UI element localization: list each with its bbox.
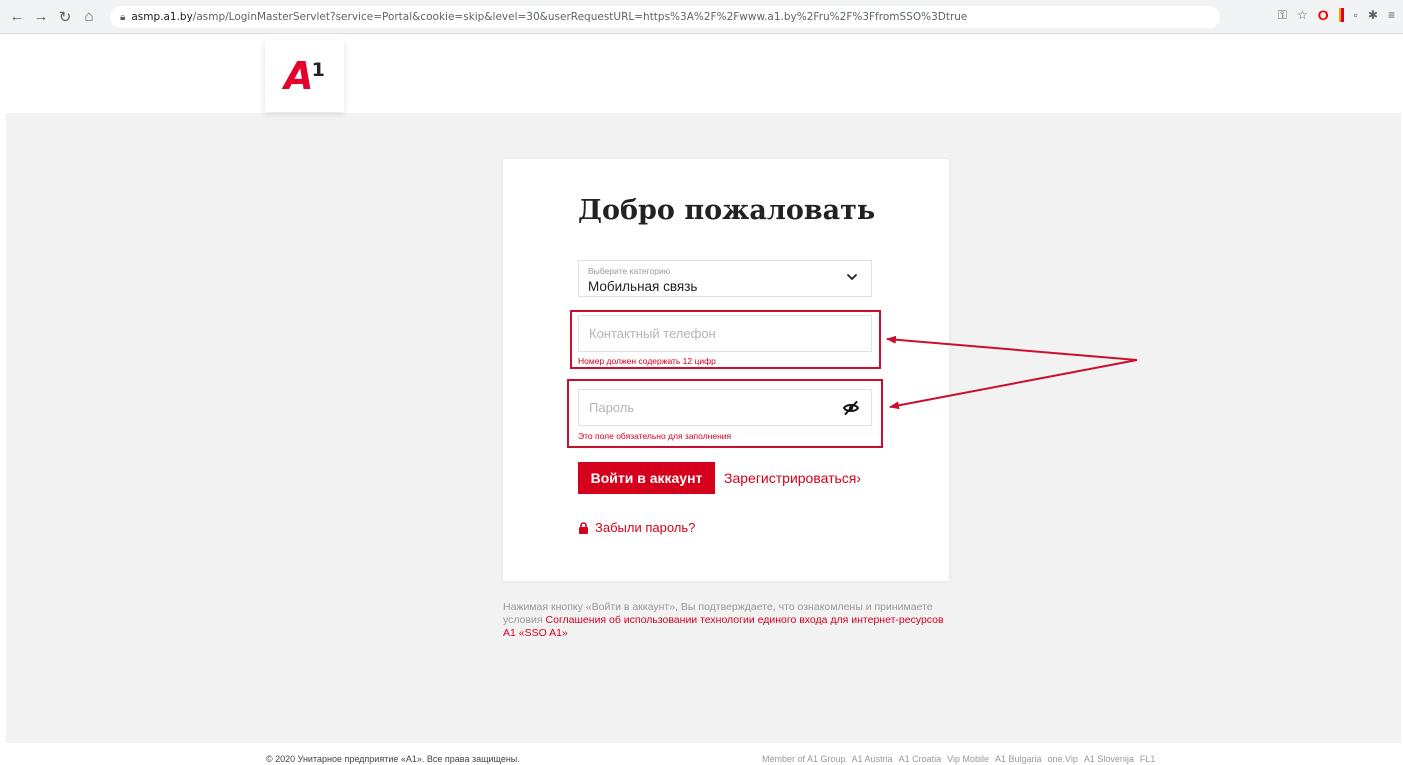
extension-flag-icon[interactable]: [1338, 8, 1344, 22]
padlock-icon: [579, 521, 588, 534]
a1-logo[interactable]: A1: [265, 40, 344, 112]
chevron-down-icon[interactable]: [845, 270, 859, 284]
key-icon[interactable]: ⚿: [1278, 8, 1287, 23]
partner-link[interactable]: Vip Mobile: [947, 754, 989, 764]
url-host: asmp.a1.by: [131, 11, 193, 23]
opera-icon[interactable]: O: [1318, 7, 1329, 23]
login-button[interactable]: Войти в аккаунт: [578, 462, 715, 494]
partner-link[interactable]: A1 Bulgaria: [995, 754, 1042, 764]
site-header: [0, 34, 1403, 113]
partner-link[interactable]: FL1: [1140, 754, 1156, 764]
partner-link[interactable]: A1 Slovenija: [1084, 754, 1134, 764]
partner-link[interactable]: A1 Austria: [852, 754, 893, 764]
extension-icons: ⚿ ☆ O ▫ ✱ ≡: [1278, 7, 1395, 23]
category-label: Выберите категорию: [588, 266, 671, 276]
forgot-password-label: Забыли пароль?: [595, 520, 696, 535]
logo-letter: A: [284, 54, 313, 98]
forward-arrow-icon[interactable]: →: [30, 6, 52, 28]
extension-window-icon[interactable]: ▫: [1354, 8, 1358, 22]
partner-link[interactable]: one.Vip: [1048, 754, 1078, 764]
logo-digit: 1: [311, 59, 325, 81]
category-value: Мобильная связь: [588, 279, 698, 294]
chevron-right-icon: ›: [856, 470, 862, 486]
annotation-box-phone: [570, 310, 881, 369]
copyright: © 2020 Унитарное предприятие «А1». Все п…: [266, 754, 520, 764]
annotation-box-password: [567, 379, 883, 448]
url-path: /asmp/LoginMasterServlet?service=Portal&…: [192, 11, 968, 23]
register-link[interactable]: Зарегистрироваться›: [724, 470, 861, 486]
home-icon[interactable]: ⌂: [78, 6, 100, 28]
partner-link[interactable]: A1 Croatia: [899, 754, 942, 764]
back-arrow-icon[interactable]: ←: [6, 6, 28, 28]
footer: [0, 743, 1403, 765]
terms-link[interactable]: Соглашения об использовании технологии е…: [503, 614, 944, 639]
address-bar[interactable]: 🔒︎ asmp.a1.by/asmp/LoginMasterServlet?se…: [110, 6, 1220, 28]
reading-list-icon[interactable]: ≡: [1388, 8, 1395, 22]
lock-icon: 🔒︎: [120, 11, 126, 23]
page-title: Добро пожаловать: [578, 195, 876, 226]
puzzle-icon[interactable]: ✱: [1368, 8, 1378, 22]
reload-icon[interactable]: ↻: [54, 6, 76, 28]
forgot-password-link[interactable]: Забыли пароль?: [578, 520, 695, 535]
category-select[interactable]: Выберите категорию Мобильная связь: [578, 260, 872, 297]
partner-links: Member of A1 Group A1 Austria A1 Croatia…: [762, 754, 1155, 764]
star-icon[interactable]: ☆: [1297, 8, 1308, 22]
register-link-label: Зарегистрироваться: [724, 470, 857, 486]
partner-link[interactable]: Member of A1 Group: [762, 754, 846, 764]
browser-toolbar: ← → ↻ ⌂ 🔒︎ asmp.a1.by/asmp/LoginMasterSe…: [0, 0, 1403, 34]
terms-notice: Нажимая кнопку «Войти в аккаунт», Вы под…: [503, 601, 948, 640]
